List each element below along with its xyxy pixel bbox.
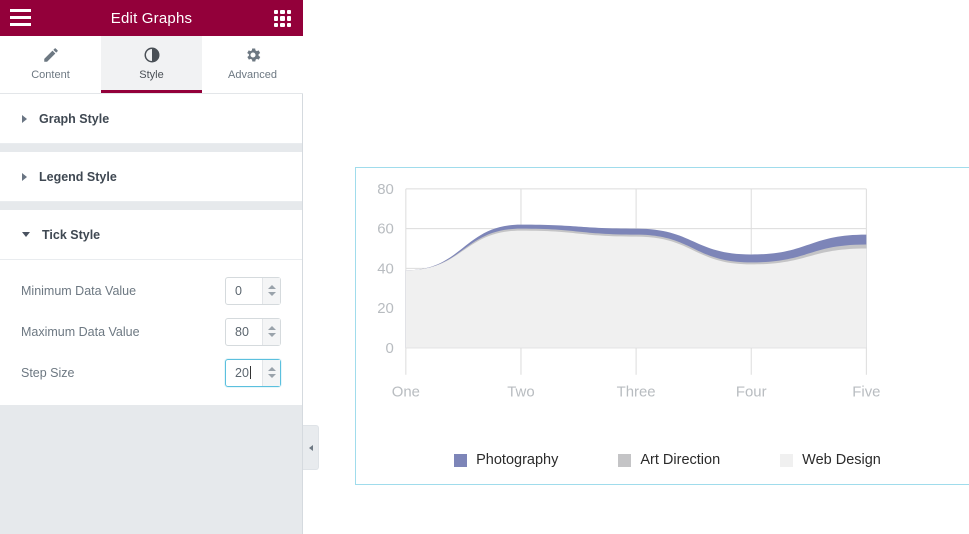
tab-content-label: Content <box>31 68 70 81</box>
minimum-data-value-stepper[interactable] <box>262 277 280 304</box>
section-legend-style[interactable]: Legend Style <box>0 152 302 202</box>
field-maximum-data-value-label: Maximum Data Value <box>21 324 140 339</box>
svg-text:20: 20 <box>377 300 394 317</box>
legend-swatch-photography <box>454 453 468 467</box>
chevron-down-icon <box>22 232 30 237</box>
contrast-icon <box>144 47 159 62</box>
maximum-data-value-stepper[interactable] <box>262 318 280 345</box>
legend-swatch-web-design <box>780 453 794 467</box>
chevron-right-icon <box>22 114 27 123</box>
area-chart: 0 20 40 60 80 One Two Three Four Five <box>377 181 880 401</box>
chevron-up-icon[interactable] <box>267 285 276 289</box>
step-size-text: 20 <box>235 365 249 380</box>
tab-advanced[interactable]: Advanced <box>202 36 303 93</box>
svg-text:One: One <box>392 384 420 401</box>
field-step-size: Step Size 20 <box>0 352 302 393</box>
section-tick-style[interactable]: Tick Style <box>0 210 302 260</box>
hamburger-icon[interactable] <box>10 8 31 27</box>
maximum-data-value-text: 80 <box>235 324 249 339</box>
chevron-down-icon[interactable] <box>267 333 276 337</box>
step-size-input[interactable]: 20 <box>225 358 281 387</box>
svg-text:Three: Three <box>617 384 656 401</box>
chevron-down-icon[interactable] <box>267 292 276 296</box>
app-root: Edit Graphs Content Style Advanced Graph… <box>0 0 969 534</box>
svg-text:Four: Four <box>736 384 767 401</box>
svg-text:80: 80 <box>377 181 394 198</box>
section-legend-style-label: Legend Style <box>39 169 117 184</box>
chevron-right-icon <box>22 172 27 181</box>
panel-collapse-handle[interactable] <box>303 425 319 470</box>
tab-advanced-label: Advanced <box>228 68 277 81</box>
panel-title: Edit Graphs <box>110 9 193 27</box>
style-sections: Graph Style Legend Style Tick Style Mini… <box>0 94 302 405</box>
chevron-left-icon <box>308 444 313 451</box>
gear-icon <box>246 47 260 62</box>
field-maximum-data-value: Maximum Data Value 80 <box>0 311 302 352</box>
legend-item-art-direction[interactable]: Art Direction <box>618 452 720 468</box>
field-minimum-data-value-label: Minimum Data Value <box>21 283 137 298</box>
chevron-up-icon[interactable] <box>267 326 276 330</box>
section-divider <box>0 202 302 210</box>
step-size-stepper[interactable] <box>262 359 280 386</box>
tab-style[interactable]: Style <box>101 36 202 93</box>
minimum-data-value-input[interactable]: 0 <box>225 276 281 305</box>
section-graph-style[interactable]: Graph Style <box>0 94 302 144</box>
section-divider <box>0 144 302 152</box>
panel-tabs: Content Style Advanced <box>0 36 303 94</box>
legend-label-photography: Photography <box>476 452 559 468</box>
legend-item-web-design[interactable]: Web Design <box>780 452 881 468</box>
panel-header: Edit Graphs <box>0 0 303 36</box>
field-spacer <box>0 260 302 270</box>
field-step-size-label: Step Size <box>21 365 75 380</box>
pencil-icon <box>43 47 58 62</box>
canvas-area: 0 20 40 60 80 One Two Three Four Five Photography… <box>303 0 969 534</box>
svg-text:40: 40 <box>377 260 394 277</box>
maximum-data-value-input[interactable]: 80 <box>225 317 281 346</box>
chart-legend: Photography Art Direction Web Design <box>356 452 969 468</box>
legend-label-art-direction: Art Direction <box>640 452 721 468</box>
editor-panel: Edit Graphs Content Style Advanced Graph… <box>0 0 303 534</box>
tab-style-label: Style <box>139 68 164 81</box>
chevron-up-icon[interactable] <box>267 367 276 371</box>
section-graph-style-label: Graph Style <box>39 111 110 126</box>
panel-bottom-fill <box>0 393 302 405</box>
legend-item-photography[interactable]: Photography <box>454 452 558 468</box>
svg-text:0: 0 <box>386 340 394 357</box>
chevron-down-icon[interactable] <box>267 374 276 378</box>
legend-swatch-art-direction <box>618 453 632 467</box>
tab-content[interactable]: Content <box>0 36 101 93</box>
minimum-data-value-text: 0 <box>235 283 242 298</box>
apps-grid-icon[interactable] <box>274 10 291 27</box>
section-tick-style-label: Tick Style <box>42 227 101 242</box>
svg-text:Five: Five <box>852 384 880 401</box>
svg-text:Two: Two <box>507 384 534 401</box>
graph-widget[interactable]: 0 20 40 60 80 One Two Three Four Five Photography… <box>355 167 969 485</box>
svg-text:60: 60 <box>377 221 394 238</box>
legend-label-web-design: Web Design <box>802 452 881 468</box>
field-minimum-data-value: Minimum Data Value 0 <box>0 270 302 311</box>
step-size-value-wrap: 20 <box>226 360 262 386</box>
text-cursor <box>249 365 251 379</box>
